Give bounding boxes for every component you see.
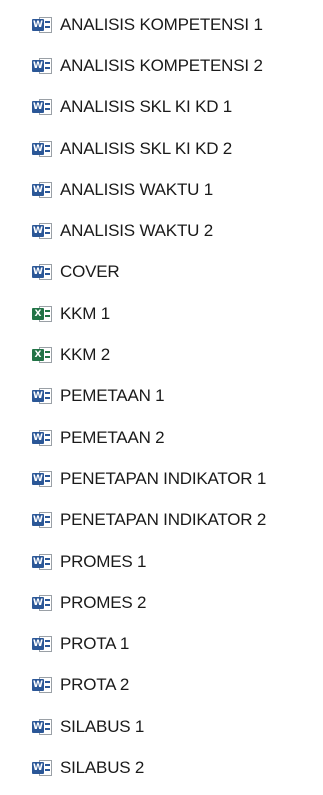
file-name: PROTA 2 (60, 675, 130, 695)
word-document-icon: W (32, 759, 53, 777)
file-name: ANALISIS SKL KI KD 2 (60, 138, 233, 158)
file-name: COVER (60, 262, 120, 282)
file-item[interactable]: W COVER (0, 252, 323, 293)
word-document-icon: W (32, 181, 53, 199)
file-name: ANALISIS WAKTU 1 (60, 179, 213, 199)
file-item[interactable]: W PROMES 2 (0, 582, 323, 623)
file-item[interactable]: X KKM 1 (0, 293, 323, 334)
file-item[interactable]: W ANALISIS KOMPETENSI 1 (0, 4, 323, 45)
file-item[interactable]: W ANALISIS WAKTU 2 (0, 210, 323, 251)
file-name: PEMETAAN 1 (60, 386, 165, 406)
file-name: ANALISIS KOMPETENSI 2 (60, 55, 263, 75)
word-document-icon: W (32, 470, 53, 488)
word-document-icon: W (32, 429, 53, 447)
word-document-icon: W (32, 98, 53, 116)
file-name: PROMES 2 (60, 592, 147, 612)
word-document-icon: W (32, 676, 53, 694)
file-name: ANALISIS KOMPETENSI 1 (60, 14, 263, 34)
file-item[interactable]: W PROMES 1 (0, 541, 323, 582)
file-item[interactable]: W ANALISIS WAKTU 1 (0, 169, 323, 210)
word-document-icon: W (32, 222, 53, 240)
file-item[interactable]: X KKM 2 (0, 334, 323, 375)
file-item[interactable]: W PROTA 1 (0, 623, 323, 664)
file-item[interactable]: W PEMETAAN 2 (0, 417, 323, 458)
word-document-icon: W (32, 263, 53, 281)
file-list: W ANALISIS KOMPETENSI 1 W ANALISIS KOMPE… (0, 4, 323, 789)
word-document-icon: W (32, 553, 53, 571)
file-name: ANALISIS SKL KI KD 1 (60, 97, 233, 117)
file-item[interactable]: W PEMETAAN 1 (0, 376, 323, 417)
word-document-icon: W (32, 718, 53, 736)
word-document-icon: W (32, 511, 53, 529)
file-name: PENETAPAN INDIKATOR 2 (60, 510, 267, 530)
word-document-icon: W (32, 387, 53, 405)
file-item[interactable]: W PENETAPAN INDIKATOR 2 (0, 500, 323, 541)
file-item[interactable]: W ANALISIS KOMPETENSI 2 (0, 45, 323, 86)
excel-spreadsheet-icon: X (32, 305, 53, 323)
file-name: KKM 1 (60, 303, 111, 323)
file-name: PEMETAAN 2 (60, 427, 165, 447)
word-document-icon: W (32, 140, 53, 158)
word-document-icon: W (32, 57, 53, 75)
word-document-icon: W (32, 594, 53, 612)
file-item[interactable]: W SILABUS 1 (0, 706, 323, 747)
file-item[interactable]: W ANALISIS SKL KI KD 1 (0, 87, 323, 128)
file-name: SILABUS 1 (60, 716, 145, 736)
file-name: PROTA 1 (60, 634, 130, 654)
file-name: KKM 2 (60, 345, 111, 365)
file-name: PROMES 1 (60, 551, 147, 571)
file-item[interactable]: W PENETAPAN INDIKATOR 1 (0, 458, 323, 499)
excel-spreadsheet-icon: X (32, 346, 53, 364)
word-document-icon: W (32, 635, 53, 653)
word-document-icon: W (32, 16, 53, 34)
file-item[interactable]: W ANALISIS SKL KI KD 2 (0, 128, 323, 169)
file-name: ANALISIS WAKTU 2 (60, 221, 213, 241)
file-item[interactable]: W PROTA 2 (0, 665, 323, 706)
file-name: PENETAPAN INDIKATOR 1 (60, 468, 267, 488)
file-name: SILABUS 2 (60, 757, 145, 777)
file-item[interactable]: W SILABUS 2 (0, 747, 323, 788)
